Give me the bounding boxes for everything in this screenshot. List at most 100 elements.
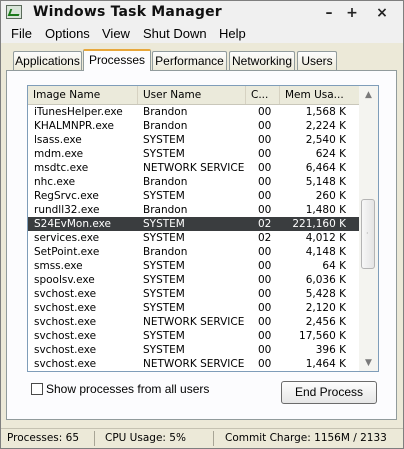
process-list[interactable]: Image Name User Name C... Mem Usa... iTu… (27, 85, 379, 372)
show-all-users-checkbox[interactable] (31, 383, 43, 395)
scroll-down-arrow-icon[interactable]: ▼ (362, 357, 375, 369)
process-row[interactable]: svchost.exe SYSTEM 00 2,120 K (28, 301, 359, 315)
process-cpu: 00 (258, 358, 272, 370)
process-user-name: SYSTEM (143, 302, 185, 314)
process-user-name: SYSTEM (143, 288, 185, 300)
process-user-name: Brandon (143, 120, 188, 132)
process-image-name: services.exe (34, 232, 100, 244)
status-processes: Processes: 65 (7, 432, 79, 444)
process-image-name: svchost.exe (34, 288, 97, 300)
process-cpu: 00 (258, 288, 272, 300)
title-bar[interactable]: Windows Task Manager – + × (1, 1, 403, 25)
scroll-up-arrow-icon[interactable]: ▲ (362, 89, 375, 101)
process-user-name: Brandon (143, 246, 188, 258)
maximize-button[interactable]: + (341, 3, 363, 23)
process-row[interactable]: svchost.exe NETWORK SERVICE 00 1,464 K (28, 357, 359, 371)
process-mem-usage: 1,480 K (305, 204, 346, 216)
window-title: Windows Task Manager (33, 4, 222, 20)
process-mem-usage: 2,224 K (305, 120, 346, 132)
end-process-button[interactable]: End Process (281, 381, 377, 404)
process-row[interactable]: RegSrvc.exe SYSTEM 00 260 K (28, 189, 359, 203)
close-button[interactable]: × (371, 3, 393, 23)
process-row[interactable]: svchost.exe NETWORK SERVICE 00 2,456 K (28, 315, 359, 329)
process-row[interactable]: smss.exe SYSTEM 00 64 K (28, 259, 359, 273)
status-bar: Processes: 65 CPU Usage: 5% Commit Charg… (1, 428, 403, 448)
tab-applications[interactable]: Applications (13, 51, 82, 70)
process-row[interactable]: msdtc.exe NETWORK SERVICE 00 6,464 K (28, 161, 359, 175)
process-image-name: iTunesHelper.exe (34, 106, 123, 118)
process-row[interactable]: rundll32.exe Brandon 00 1,480 K (28, 203, 359, 217)
menu-view[interactable]: View (102, 26, 130, 41)
menu-help[interactable]: Help (219, 26, 246, 41)
process-row[interactable]: svchost.exe SYSTEM 00 396 K (28, 343, 359, 357)
process-row[interactable]: spoolsv.exe SYSTEM 00 6,036 K (28, 273, 359, 287)
process-cpu: 00 (258, 316, 272, 328)
process-image-name: KHALMNPR.exe (34, 120, 114, 132)
process-user-name: SYSTEM (143, 190, 185, 202)
process-user-name: SYSTEM (143, 134, 185, 146)
task-manager-window: Windows Task Manager – + × File Options … (0, 0, 404, 449)
process-image-name: svchost.exe (34, 316, 97, 328)
process-user-name: NETWORK SERVICE (143, 358, 245, 370)
tab-users[interactable]: Users (297, 51, 337, 70)
process-row[interactable]: KHALMNPR.exe Brandon 00 2,224 K (28, 119, 359, 133)
minimize-button[interactable]: – (318, 3, 340, 23)
process-mem-usage: 2,540 K (305, 134, 346, 146)
process-row[interactable]: svchost.exe SYSTEM 00 5,428 K (28, 287, 359, 301)
vertical-scrollbar[interactable]: ▲ · ▼ (359, 86, 378, 371)
tab-processes[interactable]: Processes (83, 49, 151, 71)
process-user-name: SYSTEM (143, 330, 185, 342)
process-mem-usage: 5,148 K (305, 176, 346, 188)
process-user-name: NETWORK SERVICE (143, 162, 245, 174)
process-image-name: svchost.exe (34, 302, 97, 314)
process-image-name: spoolsv.exe (34, 274, 95, 286)
menu-shut-down[interactable]: Shut Down (143, 26, 207, 41)
process-cpu: 00 (258, 260, 272, 272)
process-image-name: mdm.exe (34, 148, 84, 160)
process-user-name: SYSTEM (143, 218, 185, 230)
column-header-image-name[interactable]: Image Name (28, 86, 138, 104)
process-image-name: svchost.exe (34, 344, 97, 356)
column-header-mem-usage[interactable]: Mem Usa... (280, 86, 359, 104)
process-mem-usage: 260 K (315, 190, 346, 202)
process-row[interactable]: iTunesHelper.exe Brandon 00 1,568 K (28, 105, 359, 119)
menu-bar: File Options View Shut Down Help (1, 25, 403, 43)
process-mem-usage: 1,568 K (305, 106, 346, 118)
process-row[interactable]: lsass.exe SYSTEM 00 2,540 K (28, 133, 359, 147)
process-row[interactable]: mdm.exe SYSTEM 00 624 K (28, 147, 359, 161)
process-user-name: SYSTEM (143, 148, 185, 160)
process-cpu: 00 (258, 204, 272, 216)
process-mem-usage: 64 K (322, 260, 346, 272)
menu-options[interactable]: Options (45, 26, 90, 41)
column-header-user-name[interactable]: User Name (138, 86, 246, 104)
process-image-name: SetPoint.exe (34, 246, 100, 258)
process-mem-usage: 4,012 K (305, 232, 346, 244)
process-mem-usage: 5,428 K (305, 288, 346, 300)
status-commit-charge: Commit Charge: 1156M / 2133 (225, 432, 387, 444)
process-mem-usage: 624 K (315, 148, 346, 160)
process-image-name: msdtc.exe (34, 162, 89, 174)
process-row[interactable]: SetPoint.exe Brandon 00 4,148 K (28, 245, 359, 259)
process-row[interactable]: svchost.exe SYSTEM 00 17,560 K (28, 329, 359, 343)
process-mem-usage: 2,456 K (305, 316, 346, 328)
process-list-header: Image Name User Name C... Mem Usa... (28, 86, 359, 105)
show-all-users-label[interactable]: Show processes from all users (46, 382, 209, 396)
process-user-name: NETWORK SERVICE (143, 316, 245, 328)
process-mem-usage: 2,120 K (305, 302, 346, 314)
tab-networking[interactable]: Networking (229, 51, 295, 70)
process-cpu: 00 (258, 246, 272, 258)
process-user-name: SYSTEM (143, 260, 185, 272)
scrollbar-grip-icon: · (366, 229, 369, 238)
process-cpu: 00 (258, 274, 272, 286)
process-cpu: 00 (258, 148, 272, 160)
scrollbar-thumb[interactable]: · (361, 199, 375, 269)
process-row[interactable]: services.exe SYSTEM 02 4,012 K (28, 231, 359, 245)
process-row[interactable]: S24EvMon.exe SYSTEM 02 221,160 K (28, 217, 359, 231)
column-header-cpu[interactable]: C... (246, 86, 280, 104)
process-row[interactable]: nhc.exe Brandon 00 5,148 K (28, 175, 359, 189)
process-user-name: SYSTEM (143, 232, 185, 244)
tab-performance[interactable]: Performance (152, 51, 227, 70)
process-image-name: nhc.exe (34, 176, 76, 188)
process-mem-usage: 1,464 K (305, 358, 346, 370)
menu-file[interactable]: File (11, 26, 32, 41)
